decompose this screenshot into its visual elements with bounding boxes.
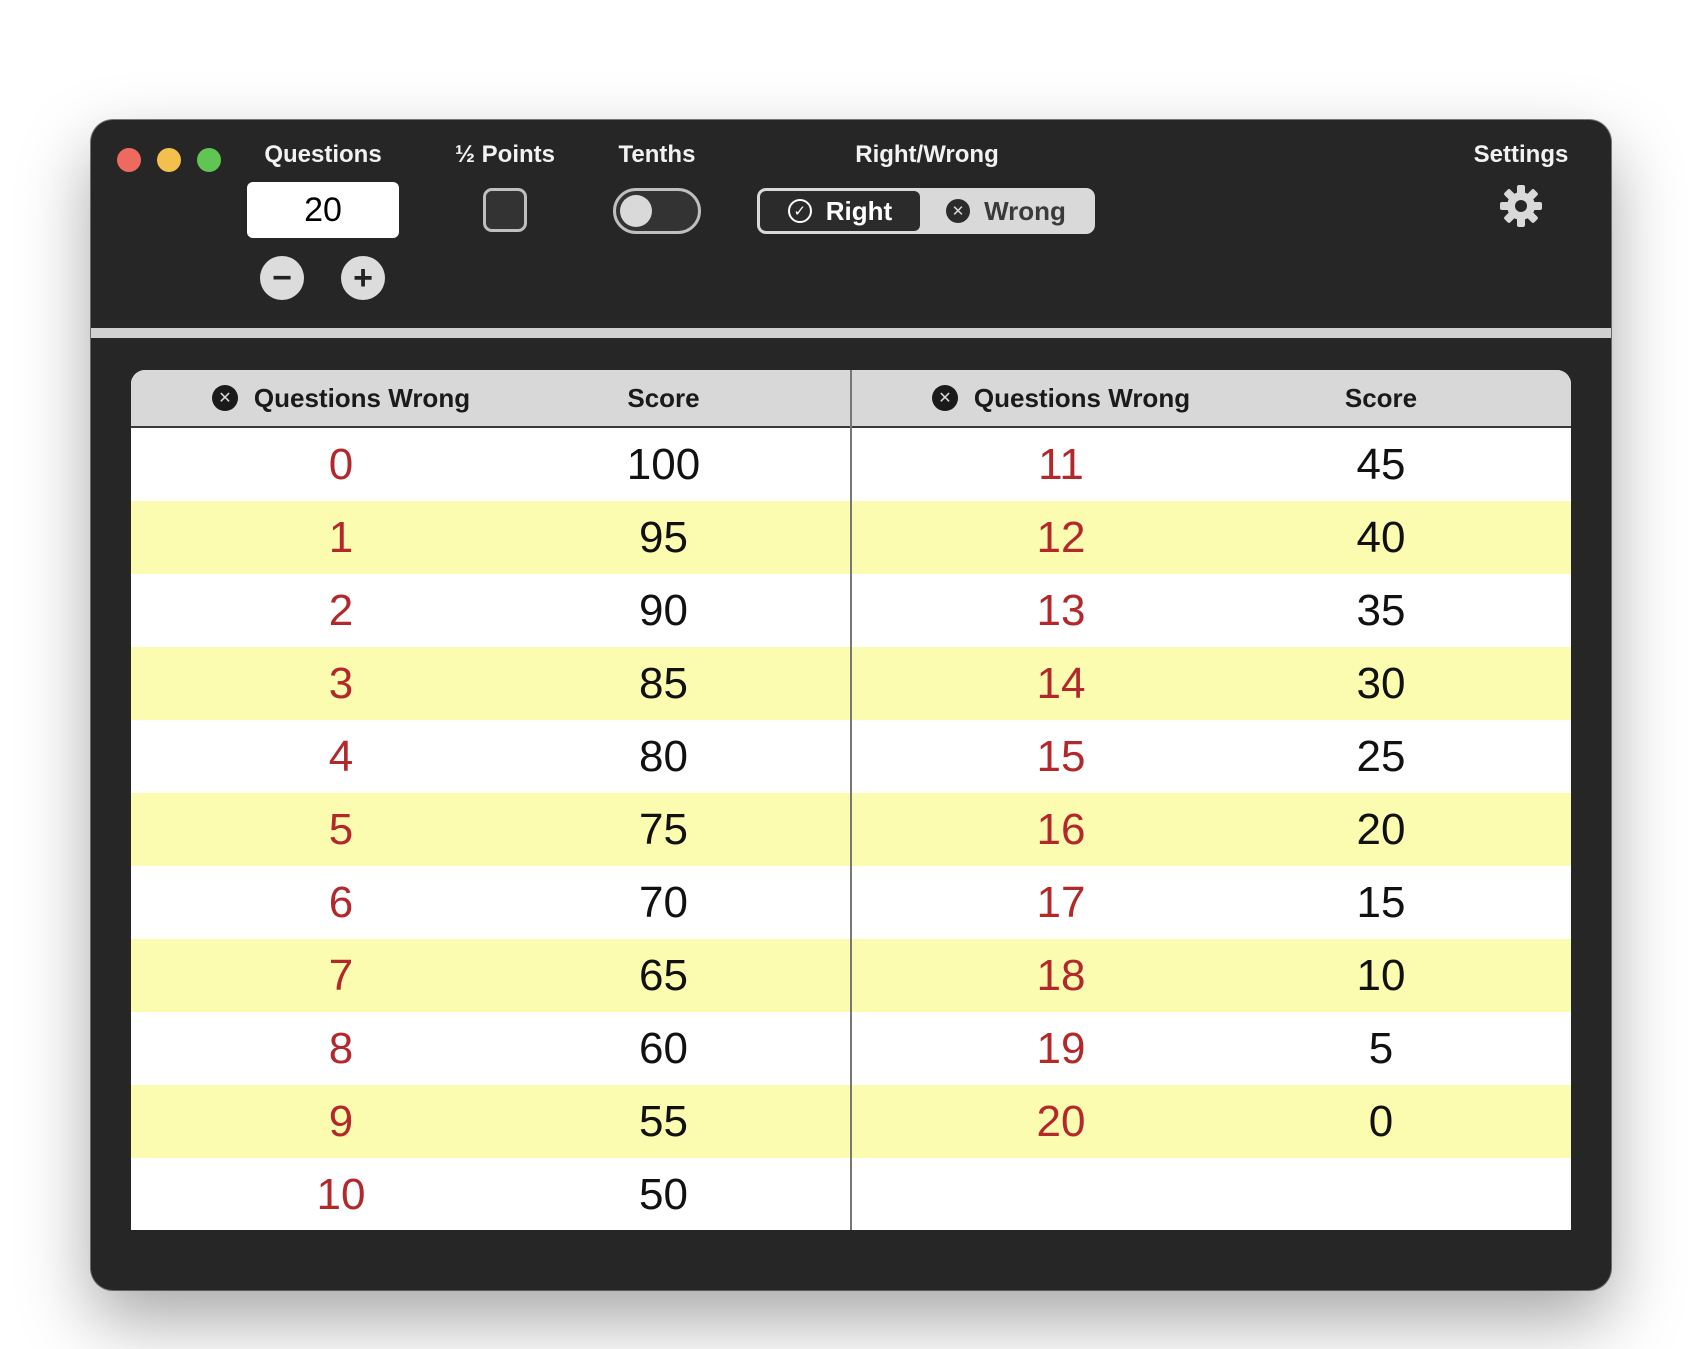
questions-wrong-cell: 17 [1036, 877, 1086, 927]
column-header-questions-wrong-left[interactable]: ✕ Questions Wrong [131, 370, 551, 426]
questions-wrong-cell: 5 [328, 804, 354, 854]
questions-wrong-cell: 13 [1036, 585, 1086, 635]
questions-wrong-cell: 16 [1036, 804, 1086, 854]
wrong-segment-label: Wrong [984, 195, 1066, 226]
x-circle-icon: ✕ [211, 385, 238, 411]
x-circle-icon: ✕ [946, 199, 971, 223]
plus-icon: + [353, 259, 373, 297]
minimize-window-button[interactable] [157, 148, 181, 172]
questions-wrong-cell: 8 [328, 1023, 354, 1073]
questions-wrong-cell: 0 [328, 439, 354, 489]
score-cell: 45 [1356, 439, 1406, 489]
questions-wrong-cell: 10 [316, 1169, 366, 1219]
checkmark-circle-icon: ✓ [787, 199, 812, 223]
score-cell: 70 [639, 877, 688, 927]
score-cell: 65 [639, 950, 688, 1000]
increment-button[interactable]: + [341, 256, 385, 300]
score-cell: 35 [1356, 585, 1406, 635]
score-cell: 0 [1368, 1096, 1394, 1146]
score-cell: 80 [639, 731, 688, 781]
score-cell: 55 [639, 1096, 688, 1146]
column-header-label: Score [1344, 382, 1418, 413]
score-cell: 100 [626, 439, 701, 489]
right-segment[interactable]: ✓ Right [760, 191, 920, 231]
column-divider [850, 370, 852, 1230]
score-cell: 5 [1368, 1023, 1394, 1073]
right-wrong-label: Right/Wrong [855, 141, 999, 168]
close-window-button[interactable] [117, 148, 141, 172]
settings-label: Settings [1473, 141, 1569, 168]
score-cell: 60 [639, 1023, 688, 1073]
x-circle-icon: ✕ [931, 385, 958, 411]
questions-wrong-cell: 3 [328, 658, 354, 708]
gear-icon[interactable] [1499, 184, 1543, 228]
tenths-label: Tenths [618, 141, 696, 168]
column-header-label: Questions Wrong [973, 382, 1191, 413]
score-cell: 50 [639, 1169, 688, 1219]
column-header-label: Questions Wrong [253, 382, 471, 413]
wrong-segment[interactable]: ✕ Wrong [920, 191, 1092, 231]
score-cell: 90 [639, 585, 688, 635]
questions-wrong-cell: 12 [1036, 512, 1086, 562]
half-points-label: ½ Points [454, 141, 556, 168]
right-segment-label: Right [825, 195, 893, 226]
decrement-button[interactable]: − [260, 256, 304, 300]
questions-wrong-cell: 2 [328, 585, 354, 635]
questions-wrong-cell: 7 [328, 950, 354, 1000]
half-points-checkbox[interactable] [483, 188, 527, 232]
column-header-score-left[interactable]: Score [551, 370, 776, 426]
column-header-questions-wrong-right[interactable]: ✕ Questions Wrong [851, 370, 1271, 426]
questions-wrong-cell: 6 [328, 877, 354, 927]
toolbar-divider [91, 328, 1611, 338]
questions-wrong-cell: 18 [1036, 950, 1086, 1000]
tenths-toggle[interactable] [613, 188, 701, 234]
right-wrong-segmented-control: ✓ Right ✕ Wrong [757, 188, 1095, 234]
questions-wrong-cell: 1 [328, 512, 354, 562]
score-cell: 10 [1356, 950, 1406, 1000]
questions-wrong-cell: 20 [1036, 1096, 1086, 1146]
questions-wrong-cell: 19 [1036, 1023, 1086, 1073]
score-cell: 15 [1356, 877, 1406, 927]
maximize-window-button[interactable] [197, 148, 221, 172]
app-window: Questions 20 − + ½ Points Tenths Right/W… [91, 120, 1611, 1290]
column-header-score-right[interactable]: Score [1271, 370, 1491, 426]
questions-label: Questions [264, 141, 382, 168]
questions-wrong-cell: 15 [1036, 731, 1086, 781]
toggle-knob [620, 195, 652, 227]
questions-wrong-cell: 11 [1038, 439, 1084, 489]
questions-wrong-cell: 14 [1036, 658, 1086, 708]
score-cell: 75 [639, 804, 688, 854]
questions-wrong-cell: 9 [328, 1096, 354, 1146]
score-cell: 95 [639, 512, 688, 562]
score-cell: 25 [1356, 731, 1406, 781]
score-cell: 40 [1356, 512, 1406, 562]
minus-icon: − [272, 259, 292, 297]
score-cell: 85 [639, 658, 688, 708]
questions-wrong-cell: 4 [328, 731, 354, 781]
score-cell: 20 [1356, 804, 1406, 854]
score-cell: 30 [1356, 658, 1406, 708]
score-table: ✕ Questions Wrong Score ✕ Questions Wron… [131, 370, 1571, 1230]
questions-count-field[interactable]: 20 [247, 182, 399, 238]
column-header-label: Score [627, 382, 700, 413]
